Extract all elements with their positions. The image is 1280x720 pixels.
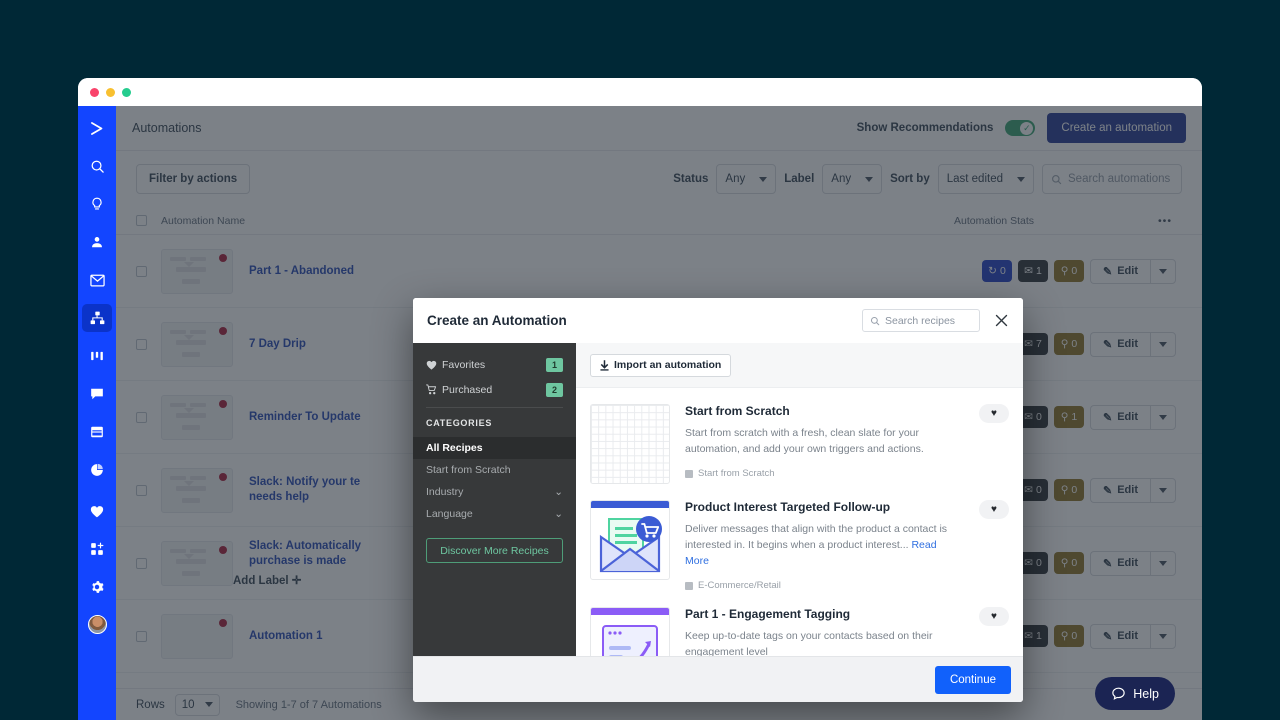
window-maximize-dot[interactable] bbox=[122, 87, 131, 97]
chart-window-icon bbox=[591, 615, 669, 656]
recipe-tag: Start from Scratch bbox=[685, 468, 954, 479]
recipe-item[interactable]: Start from Scratch Start from scratch wit… bbox=[590, 388, 1009, 484]
favorite-heart-icon[interactable]: ♥ bbox=[979, 607, 1009, 626]
recipe-info: Part 1 - Engagement Tagging Keep up-to-da… bbox=[685, 607, 1009, 656]
modal-body: Favorites 1 Purchased 2 CATEGORIES All R… bbox=[413, 343, 1023, 656]
recipe-item[interactable]: Part 1 - Engagement Tagging Keep up-to-da… bbox=[590, 591, 1009, 656]
modal-category-language[interactable]: Language ⌄ bbox=[413, 503, 576, 525]
left-navigation bbox=[78, 106, 116, 720]
search-recipes-input[interactable]: Search recipes bbox=[862, 309, 980, 332]
help-label: Help bbox=[1133, 686, 1159, 701]
conversations-icon[interactable] bbox=[82, 380, 112, 408]
continue-button[interactable]: Continue bbox=[934, 665, 1011, 694]
modal-nav-purchased[interactable]: Purchased 2 bbox=[426, 380, 563, 399]
recipe-title: Product Interest Targeted Follow-up bbox=[685, 500, 891, 514]
settings-gear-icon[interactable] bbox=[82, 573, 112, 601]
modal-nav-purchased-label: Purchased bbox=[442, 383, 493, 396]
logo-icon[interactable] bbox=[82, 114, 112, 142]
modal-footer: Continue bbox=[413, 656, 1023, 702]
recipe-tag: E-Commerce/Retail bbox=[685, 580, 954, 591]
recipe-title: Start from Scratch bbox=[685, 404, 790, 418]
apps-icon[interactable] bbox=[82, 535, 112, 563]
chevron-down-icon: ⌄ bbox=[554, 486, 563, 498]
modal-sidebar: Favorites 1 Purchased 2 CATEGORIES All R… bbox=[413, 343, 576, 656]
grid-icon bbox=[591, 405, 669, 483]
window-minimize-dot[interactable] bbox=[106, 87, 115, 97]
favorite-heart-icon[interactable]: ♥ bbox=[979, 500, 1009, 519]
modal-header-actions: Search recipes bbox=[862, 309, 1009, 332]
modal-recipe-panel: Import an automation Start from Scratch S… bbox=[576, 343, 1023, 656]
modal-header: Create an Automation Search recipes bbox=[413, 298, 1023, 343]
heart-icon bbox=[426, 360, 442, 370]
favorites-icon[interactable] bbox=[82, 497, 112, 525]
contacts-icon[interactable] bbox=[82, 228, 112, 256]
modal-nav-favorites[interactable]: Favorites 1 bbox=[426, 355, 563, 374]
modal-category-label: Language bbox=[426, 508, 473, 520]
modal-category-all-recipes[interactable]: All Recipes bbox=[413, 437, 576, 459]
avatar[interactable] bbox=[87, 615, 107, 634]
favorite-heart-icon[interactable]: ♥ bbox=[979, 404, 1009, 423]
import-automation-button[interactable]: Import an automation bbox=[590, 353, 732, 377]
cart-icon bbox=[426, 384, 442, 395]
deals-icon[interactable] bbox=[82, 342, 112, 370]
recipe-list[interactable]: Start from Scratch Start from scratch wit… bbox=[576, 388, 1023, 656]
modal-title: Create an Automation bbox=[427, 313, 567, 328]
recipe-accent-bar bbox=[591, 608, 669, 615]
reports-icon[interactable] bbox=[82, 456, 112, 484]
modal-category-label: Start from Scratch bbox=[426, 464, 511, 476]
campaigns-icon[interactable] bbox=[82, 266, 112, 294]
tag-icon bbox=[685, 469, 693, 478]
modal-sidebar-divider bbox=[426, 407, 563, 408]
search-icon[interactable] bbox=[82, 152, 112, 180]
discover-more-recipes-button[interactable]: Discover More Recipes bbox=[426, 538, 563, 563]
window-close-dot[interactable] bbox=[90, 87, 99, 97]
recipe-thumbnail bbox=[590, 404, 670, 484]
website-icon[interactable] bbox=[82, 418, 112, 446]
recipe-thumbnail bbox=[590, 500, 670, 580]
recipe-description: Deliver messages that align with the pro… bbox=[685, 523, 948, 567]
purchased-count-badge: 2 bbox=[545, 382, 563, 397]
recipe-info: Start from Scratch Start from scratch wit… bbox=[685, 404, 1009, 484]
recipe-info: Product Interest Targeted Follow-up Deliv… bbox=[685, 500, 1009, 591]
categories-heading: CATEGORIES bbox=[426, 418, 493, 428]
search-icon bbox=[870, 316, 880, 325]
left-navigation-bottom bbox=[78, 497, 116, 634]
recipe-thumbnail bbox=[590, 607, 670, 656]
favorites-count-badge: 1 bbox=[545, 357, 563, 372]
chevron-down-icon: ⌄ bbox=[554, 508, 563, 520]
search-recipes-placeholder: Search recipes bbox=[885, 314, 956, 327]
browser-titlebar bbox=[78, 78, 1202, 106]
import-bar: Import an automation bbox=[576, 343, 1023, 388]
recipe-accent-bar bbox=[591, 501, 669, 508]
import-automation-label: Import an automation bbox=[614, 359, 722, 371]
read-more-link[interactable]: Read More bbox=[685, 539, 937, 567]
modal-category-start-from-scratch[interactable]: Start from Scratch bbox=[413, 459, 576, 481]
recipe-title: Part 1 - Engagement Tagging bbox=[685, 607, 851, 621]
modal-category-industry[interactable]: Industry ⌄ bbox=[413, 481, 576, 503]
modal-category-list: All Recipes Start from Scratch Industry ⌄ La… bbox=[413, 437, 576, 525]
chat-bubble-icon bbox=[1112, 687, 1126, 700]
recipe-tag-label: Start from Scratch bbox=[698, 468, 775, 479]
envelope-cart-icon bbox=[591, 508, 669, 579]
recipe-item[interactable]: Product Interest Targeted Follow-up Deliv… bbox=[590, 484, 1009, 591]
recipe-description: Keep up-to-date tags on your contacts ba… bbox=[685, 630, 933, 656]
recipe-tag-label: E-Commerce/Retail bbox=[698, 580, 781, 591]
close-icon[interactable] bbox=[994, 313, 1009, 328]
recipe-description: Start from scratch with a fresh, clean s… bbox=[685, 427, 924, 455]
create-automation-modal: Create an Automation Search recipes Favo… bbox=[413, 298, 1023, 702]
sidebar-item-automations[interactable] bbox=[82, 304, 112, 332]
download-icon bbox=[600, 359, 609, 371]
modal-category-label: All Recipes bbox=[426, 442, 483, 454]
modal-category-label: Industry bbox=[426, 486, 464, 498]
tag-icon bbox=[685, 581, 693, 590]
help-widget-button[interactable]: Help bbox=[1095, 677, 1175, 710]
lightbulb-icon[interactable] bbox=[82, 190, 112, 218]
modal-nav-favorites-label: Favorites bbox=[442, 358, 486, 371]
browser-window: Automations Show Recommendations Create … bbox=[78, 78, 1202, 720]
modal-quick-links: Favorites 1 Purchased 2 bbox=[413, 355, 576, 399]
